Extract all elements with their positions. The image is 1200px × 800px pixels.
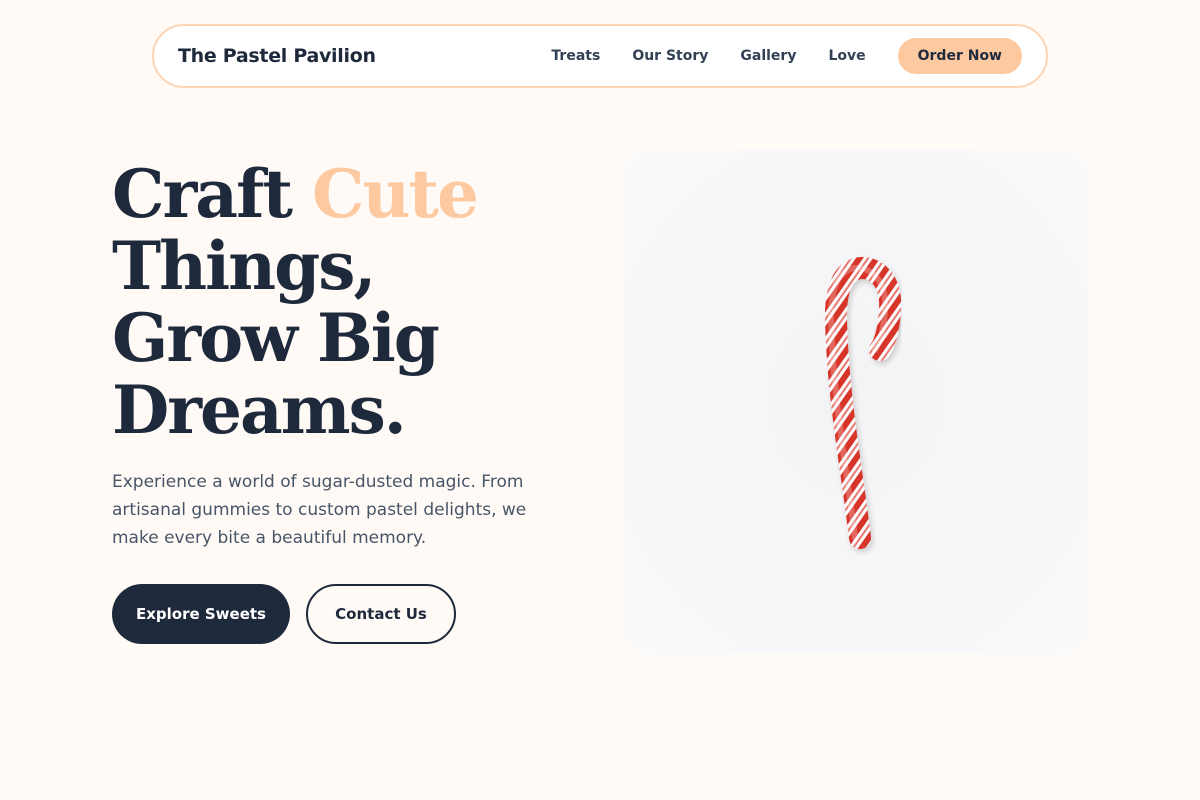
nav-links: Treats Our Story Gallery Love Order Now [551,38,1022,74]
candy-cane-icon [824,256,902,549]
hero-title-word: Craft [112,155,293,233]
nav-link-our-story[interactable]: Our Story [632,48,708,64]
nav-link-gallery[interactable]: Gallery [740,48,796,64]
order-now-button[interactable]: Order Now [897,38,1022,74]
hero-title-accent: Cute [311,155,479,233]
brand-logo[interactable]: The Pastel Pavilion [178,45,376,67]
hero-title-line-3: Grow Big [112,299,440,377]
top-navigation: The Pastel Pavilion Treats Our Story Gal… [152,24,1048,88]
explore-sweets-button[interactable]: Explore Sweets [112,584,290,644]
hero-title-line-2: Things, [112,227,376,305]
nav-link-treats[interactable]: Treats [551,48,600,64]
hero-description: Experience a world of sugar-dusted magic… [112,472,527,548]
hero-title-line-4: Dreams. [112,371,407,449]
contact-us-button[interactable]: Contact Us [306,584,456,644]
hero-title: Craft Cute Things, Grow Big Dreams. [112,158,632,446]
nav-link-love[interactable]: Love [828,48,865,64]
candy-cane-image [624,150,1088,654]
